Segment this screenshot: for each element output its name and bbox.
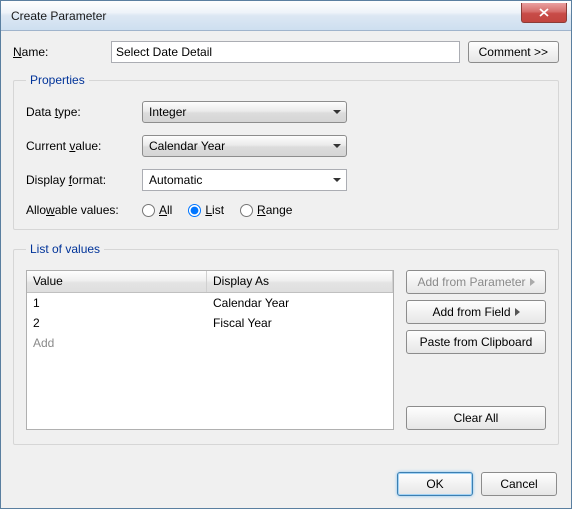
paste-from-clipboard-button[interactable]: Paste from Clipboard [406,330,546,354]
radio-range-input[interactable] [240,204,253,217]
window-title: Create Parameter [11,9,521,23]
display-format-value: Automatic [149,173,202,187]
chevron-down-icon [333,110,341,114]
radio-all-input[interactable] [142,204,155,217]
chevron-right-icon [515,308,520,316]
properties-legend: Properties [26,73,89,87]
list-of-values-legend: List of values [26,242,104,256]
add-row[interactable]: Add [27,333,393,353]
allowable-values-row: Allowable values: All List Range [26,203,546,217]
add-placeholder: Add [27,336,207,350]
values-grid[interactable]: Value Display As 1 Calendar Year 2 Fisca… [26,270,394,430]
chevron-right-icon [530,278,535,286]
display-format-label: Display format: [26,173,142,187]
radio-list[interactable]: List [188,203,224,217]
name-label: Name: [13,45,103,59]
close-button[interactable] [521,3,567,23]
side-buttons: Add from Parameter Add from Field Paste … [406,270,546,430]
radio-range[interactable]: Range [240,203,292,217]
col-display-header[interactable]: Display As [207,271,393,292]
data-type-value: Integer [149,105,186,119]
cancel-button[interactable]: Cancel [481,472,557,496]
allowable-values-label: Allowable values: [26,203,142,217]
cell-value: 1 [27,296,207,310]
name-row: Name: Comment >> [13,41,559,63]
radio-all[interactable]: All [142,203,172,217]
data-type-row: Data type: Integer [26,101,546,123]
current-value-combo[interactable]: Calendar Year [142,135,347,157]
clear-all-button[interactable]: Clear All [406,406,546,430]
dialog-content: Name: Comment >> Properties Data type: I… [1,31,571,469]
list-area: Value Display As 1 Calendar Year 2 Fisca… [26,270,546,430]
name-input[interactable] [111,41,460,63]
display-format-row: Display format: Automatic [26,169,546,191]
comment-button[interactable]: Comment >> [468,41,559,63]
add-from-parameter-button: Add from Parameter [406,270,546,294]
cell-display: Fiscal Year [207,316,393,330]
data-type-label: Data type: [26,105,142,119]
grid-body: 1 Calendar Year 2 Fiscal Year Add [27,293,393,353]
grid-header: Value Display As [27,271,393,293]
chevron-down-icon [333,144,341,148]
display-format-combo[interactable]: Automatic [142,169,347,191]
current-value-value: Calendar Year [149,139,225,153]
dialog-buttons: OK Cancel [397,472,557,496]
create-parameter-dialog: Create Parameter Name: Comment >> Proper… [0,0,572,509]
chevron-down-icon [333,178,341,182]
table-row[interactable]: 1 Calendar Year [27,293,393,313]
cell-value: 2 [27,316,207,330]
data-type-combo[interactable]: Integer [142,101,347,123]
radio-list-input[interactable] [188,204,201,217]
add-from-field-button[interactable]: Add from Field [406,300,546,324]
table-row[interactable]: 2 Fiscal Year [27,313,393,333]
current-value-row: Current value: Calendar Year [26,135,546,157]
allowable-values-radiogroup: All List Range [142,203,292,217]
properties-group: Properties Data type: Integer Current va… [13,73,559,230]
titlebar: Create Parameter [1,1,571,31]
col-value-header[interactable]: Value [27,271,207,292]
current-value-label: Current value: [26,139,142,153]
cell-display: Calendar Year [207,296,393,310]
list-of-values-group: List of values Value Display As 1 Calend… [13,242,559,445]
close-icon [539,8,549,17]
ok-button[interactable]: OK [397,472,473,496]
